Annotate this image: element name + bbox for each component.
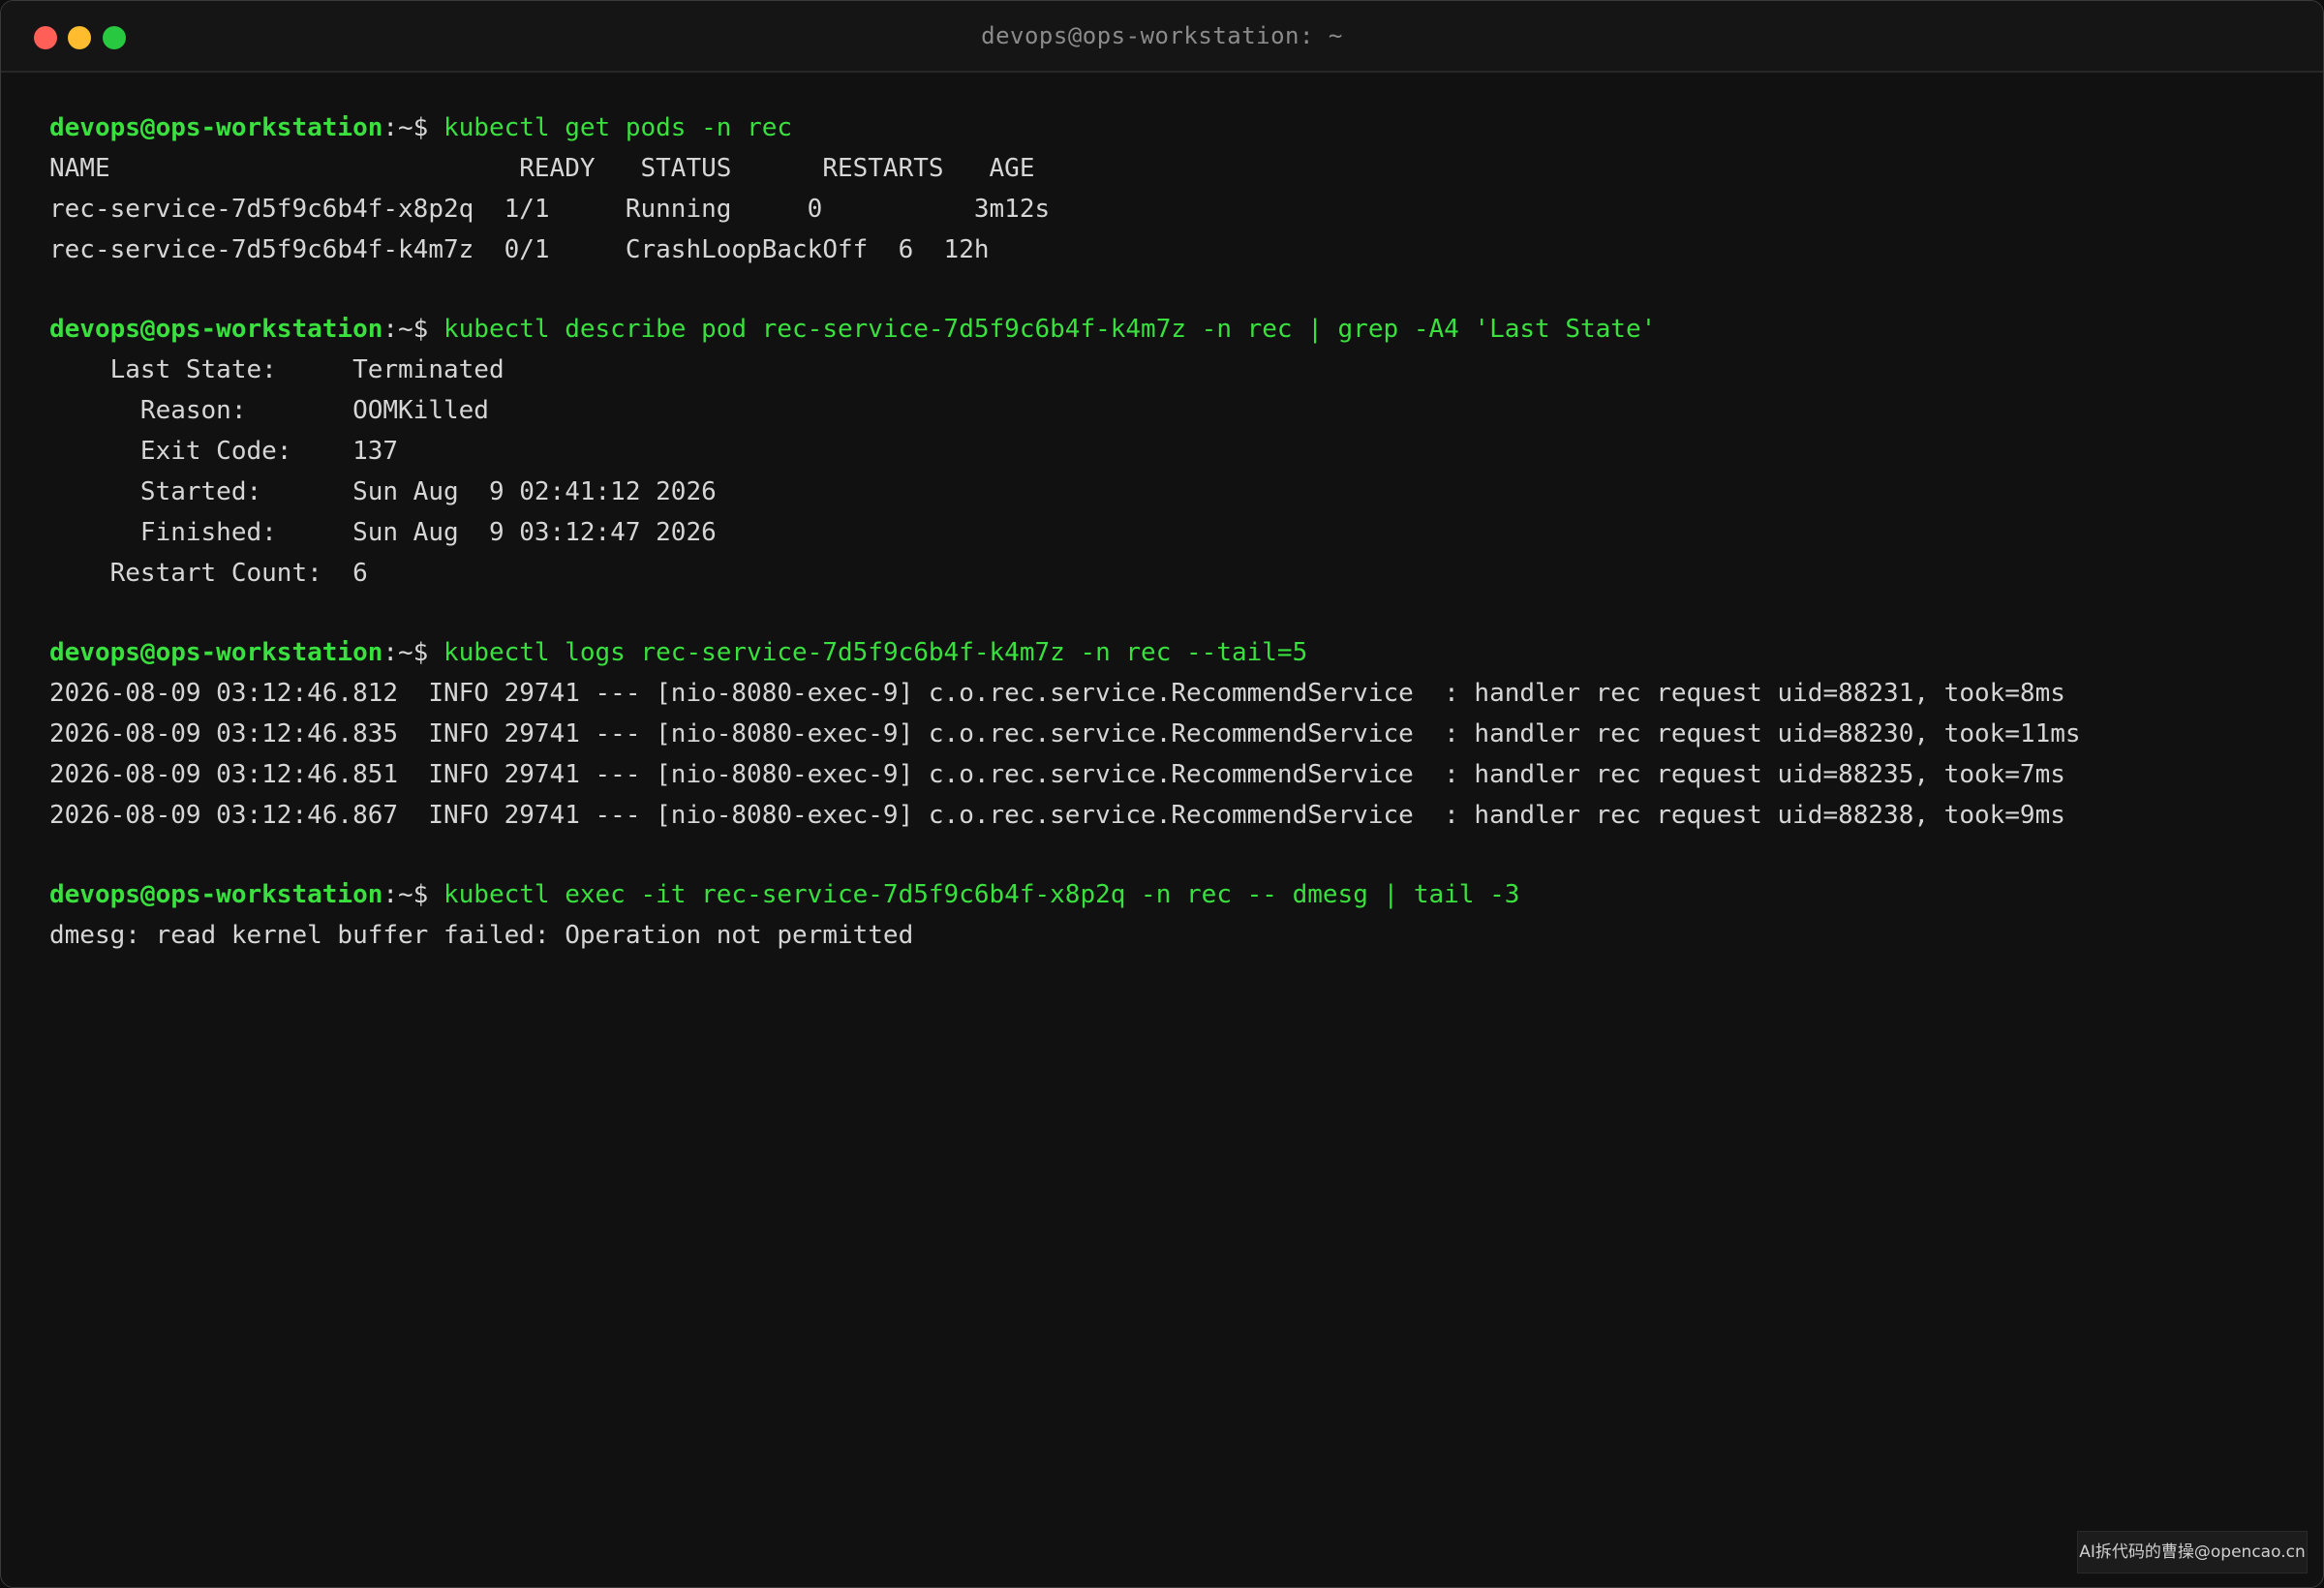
output-line: dmesg: read kernel buffer failed: Operat… <box>49 921 914 950</box>
output-line: NAME READY STATUS RESTARTS AGE <box>49 154 1035 183</box>
command-text: kubectl exec -it rec-service-7d5f9c6b4f-… <box>443 880 1520 909</box>
output-line: 2026-08-09 03:12:46.812 INFO 29741 --- [… <box>49 679 2065 708</box>
watermark: AI拆代码的曹操@opencao.cn <box>2077 1531 2308 1573</box>
output-line: 2026-08-09 03:12:46.851 INFO 29741 --- [… <box>49 760 2065 789</box>
output-line: Reason: OOMKilled <box>49 396 489 425</box>
prompt-path: :~$ <box>382 638 443 667</box>
output-line: 2026-08-09 03:12:46.835 INFO 29741 --- [… <box>49 719 2081 748</box>
prompt-user-host: devops@ops-workstation <box>49 880 383 909</box>
command-text: kubectl get pods -n rec <box>443 113 793 142</box>
window-title: devops@ops-workstation: ~ <box>981 22 1343 49</box>
prompt-line: devops@ops-workstation:~$ kubectl get po… <box>49 107 2284 148</box>
output-line: Exit Code: 137 <box>49 437 399 466</box>
prompt-path: :~$ <box>382 880 443 909</box>
command-text: kubectl logs rec-service-7d5f9c6b4f-k4m7… <box>443 638 1308 667</box>
prompt-line: devops@ops-workstation:~$ kubectl exec -… <box>49 874 2284 915</box>
prompt-path: :~$ <box>382 315 443 344</box>
prompt-user-host: devops@ops-workstation <box>49 638 383 667</box>
output-line: Last State: Terminated <box>49 355 505 384</box>
prompt-path: :~$ <box>382 113 443 142</box>
output-line: 2026-08-09 03:12:46.867 INFO 29741 --- [… <box>49 801 2065 830</box>
output-line: Finished: Sun Aug 9 03:12:47 2026 <box>49 518 717 547</box>
output-line: Restart Count: 6 <box>49 559 368 588</box>
command-text: kubectl describe pod rec-service-7d5f9c6… <box>443 315 1657 344</box>
prompt-user-host: devops@ops-workstation <box>49 113 383 142</box>
terminal-output[interactable]: devops@ops-workstation:~$ kubectl get po… <box>49 107 2284 956</box>
terminal-window: devops@ops-workstation: ~ devops@ops-wor… <box>0 0 2324 1588</box>
prompt-line: devops@ops-workstation:~$ kubectl logs r… <box>49 632 2284 673</box>
output-line: rec-service-7d5f9c6b4f-x8p2q 1/1 Running… <box>49 195 1051 224</box>
title-bar: devops@ops-workstation: ~ <box>1 1 2323 73</box>
prompt-line: devops@ops-workstation:~$ kubectl descri… <box>49 309 2284 350</box>
prompt-user-host: devops@ops-workstation <box>49 315 383 344</box>
output-line: Started: Sun Aug 9 02:41:12 2026 <box>49 477 717 506</box>
output-line: rec-service-7d5f9c6b4f-k4m7z 0/1 CrashLo… <box>49 235 990 264</box>
